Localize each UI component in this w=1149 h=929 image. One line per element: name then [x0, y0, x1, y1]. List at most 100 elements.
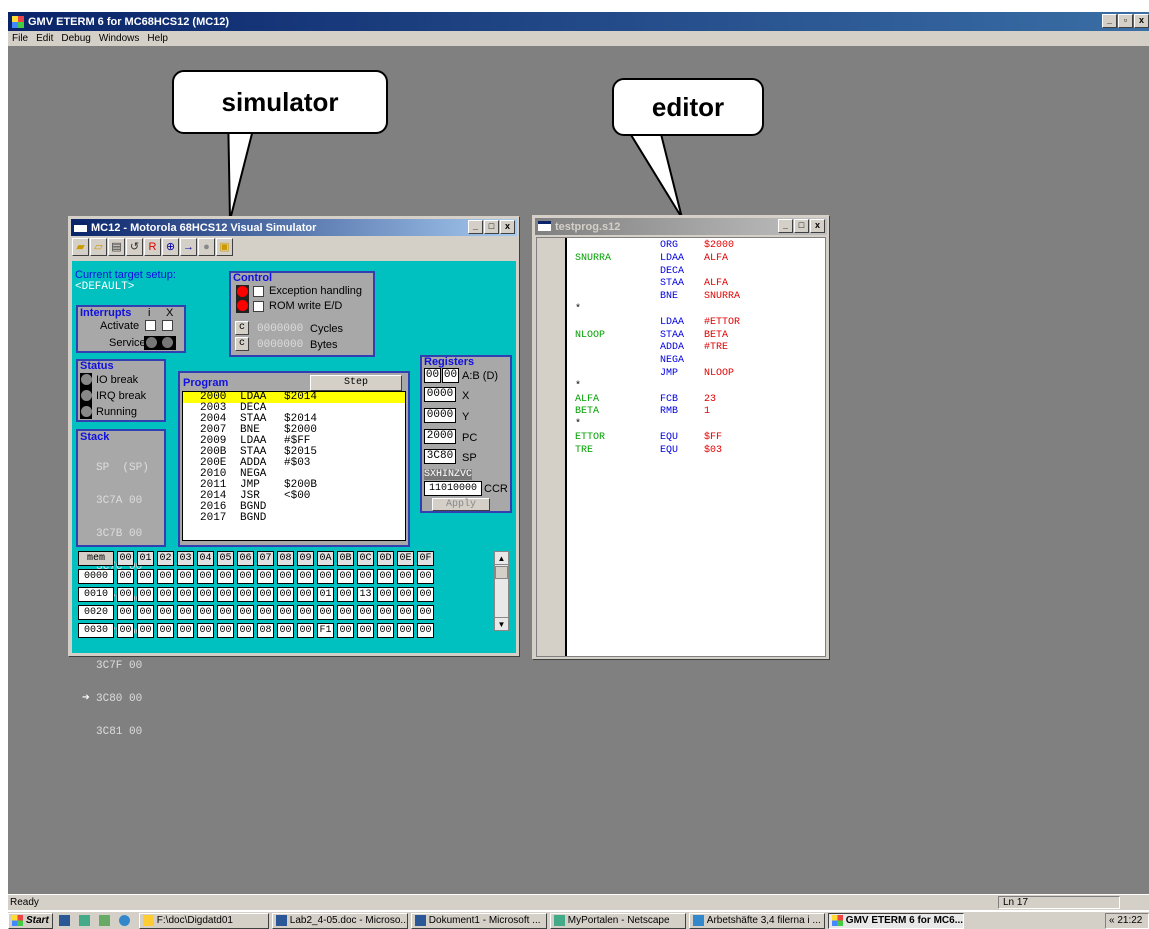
memory-cell[interactable]: 00	[417, 569, 434, 584]
program-row[interactable]: 2017 BGND	[183, 513, 405, 524]
note-icon[interactable]: ▣	[216, 238, 233, 256]
memory-address[interactable]: 0020	[78, 605, 114, 620]
memory-cell[interactable]: 00	[237, 605, 254, 620]
memory-cell[interactable]: 00	[177, 605, 194, 620]
memory-cell[interactable]: 00	[217, 623, 234, 638]
r-icon[interactable]: R	[144, 238, 161, 256]
memory-cell[interactable]: 08	[257, 623, 274, 638]
memory-cell[interactable]: 00	[177, 623, 194, 638]
memory-cell[interactable]: 00	[237, 569, 254, 584]
memory-cell[interactable]: 00	[137, 623, 154, 638]
memory-cell[interactable]: 00	[397, 623, 414, 638]
maximize-button[interactable]: □	[794, 219, 809, 233]
breakpoint-icon[interactable]: ⊕	[162, 238, 179, 256]
memory-cell[interactable]: 00	[237, 587, 254, 602]
memory-cell[interactable]: 00	[417, 605, 434, 620]
system-tray-clock[interactable]: « 21:22	[1105, 912, 1149, 929]
memory-cell[interactable]: 00	[317, 605, 334, 620]
memory-cell[interactable]: 00	[277, 587, 294, 602]
register-sp-field[interactable]: 3C80	[424, 449, 456, 464]
memory-cell[interactable]: 00	[117, 587, 134, 602]
memory-cell[interactable]: 00	[157, 605, 174, 620]
memory-cell[interactable]: 01	[317, 587, 334, 602]
memory-cell[interactable]: 00	[397, 569, 414, 584]
memory-cell[interactable]: 00	[357, 605, 374, 620]
memory-cell[interactable]: F1	[317, 623, 334, 638]
activate-i-checkbox[interactable]	[145, 320, 156, 331]
close-button[interactable]: x	[810, 219, 825, 233]
memory-cell[interactable]: 00	[237, 623, 254, 638]
app-icon[interactable]	[98, 915, 110, 926]
memory-cell[interactable]: 00	[397, 605, 414, 620]
editor-text-area[interactable]: ORG $2000 SNURRA LDAA ALFA DECA STAA ALFA BNE SNU…	[536, 237, 826, 657]
memory-cell[interactable]: 00	[397, 587, 414, 602]
document-icon[interactable]: ▤	[108, 238, 125, 256]
memory-cell[interactable]: 00	[257, 587, 274, 602]
memory-cell[interactable]: 00	[277, 569, 294, 584]
load-icon[interactable]: ▱	[90, 238, 107, 256]
task-dokument1[interactable]: Dokument1 - Microsoft ...	[410, 912, 547, 929]
memory-cell[interactable]: 13	[357, 587, 374, 602]
mem-button[interactable]: mem	[78, 551, 114, 566]
memory-cell[interactable]: 00	[157, 569, 174, 584]
register-b-field[interactable]: 00	[442, 368, 459, 383]
memory-cell[interactable]: 00	[337, 587, 354, 602]
memory-cell[interactable]: 00	[177, 587, 194, 602]
register-x-field[interactable]: 0000	[424, 387, 456, 402]
memory-cell[interactable]: 00	[377, 623, 394, 638]
memory-cell[interactable]: 00	[117, 605, 134, 620]
rom-checkbox[interactable]	[253, 301, 264, 312]
register-ccr-field[interactable]: 11010000	[424, 481, 482, 496]
memory-cell[interactable]: 00	[377, 569, 394, 584]
clear-cycles-button[interactable]: c	[235, 321, 249, 335]
step-arrow-icon[interactable]: →	[180, 238, 197, 256]
memory-cell[interactable]: 00	[337, 569, 354, 584]
memory-cell[interactable]: 00	[357, 569, 374, 584]
activate-x-checkbox[interactable]	[162, 320, 173, 331]
memory-cell[interactable]: 00	[377, 605, 394, 620]
task-folder[interactable]: F:\doc\Digdatd01	[138, 912, 269, 929]
memory-cell[interactable]: 00	[197, 623, 214, 638]
minimize-button[interactable]: _	[778, 219, 793, 233]
memory-cell[interactable]: 00	[417, 587, 434, 602]
start-button[interactable]: Start	[8, 912, 53, 929]
memory-cell[interactable]: 00	[197, 587, 214, 602]
task-lab2[interactable]: Lab2_4-05.doc - Microso...	[271, 912, 408, 929]
program-listing[interactable]: 2000 LDAA $2014 2003 DECA 2004 STAA $2014 2007 BN…	[182, 391, 406, 541]
close-button[interactable]: x	[500, 220, 515, 234]
register-y-field[interactable]: 0000	[424, 408, 456, 423]
memory-cell[interactable]: 00	[217, 569, 234, 584]
task-myportalen[interactable]: MyPortalen - Netscape	[549, 912, 686, 929]
open-folder-icon[interactable]: ▰	[72, 238, 89, 256]
memory-cell[interactable]: 00	[197, 569, 214, 584]
scroll-down-icon[interactable]: ▼	[495, 617, 508, 630]
memory-cell[interactable]: 00	[137, 587, 154, 602]
memory-cell[interactable]: 00	[197, 605, 214, 620]
memory-cell[interactable]: 00	[117, 569, 134, 584]
memory-cell[interactable]: 00	[257, 569, 274, 584]
memory-cell[interactable]: 00	[217, 587, 234, 602]
memory-cell[interactable]: 00	[277, 623, 294, 638]
memory-cell[interactable]: 00	[177, 569, 194, 584]
memory-cell[interactable]: 00	[297, 605, 314, 620]
memory-cell[interactable]: 00	[157, 623, 174, 638]
memory-cell[interactable]: 00	[157, 587, 174, 602]
clear-bytes-button[interactable]: c	[235, 337, 249, 351]
memory-cell[interactable]: 00	[297, 587, 314, 602]
maximize-button[interactable]: □	[484, 220, 499, 234]
memory-cell[interactable]: 00	[417, 623, 434, 638]
step-button[interactable]: Step	[310, 375, 402, 391]
scroll-thumb[interactable]	[495, 566, 508, 579]
memory-cell[interactable]: 00	[357, 623, 374, 638]
ie-icon[interactable]	[118, 915, 130, 926]
memory-cell[interactable]: 00	[337, 623, 354, 638]
task-gmv-eterm[interactable]: GMV ETERM 6 for MC6...	[827, 912, 964, 929]
memory-address[interactable]: 0030	[78, 623, 114, 638]
register-pc-field[interactable]: 2000	[424, 429, 456, 444]
exception-checkbox[interactable]	[253, 286, 264, 297]
netscape-icon[interactable]	[78, 915, 90, 926]
memory-cell[interactable]: 00	[257, 605, 274, 620]
memory-address[interactable]: 0010	[78, 587, 114, 602]
memory-cell[interactable]: 00	[317, 569, 334, 584]
memory-scrollbar[interactable]: ▲ ▼	[494, 551, 509, 631]
